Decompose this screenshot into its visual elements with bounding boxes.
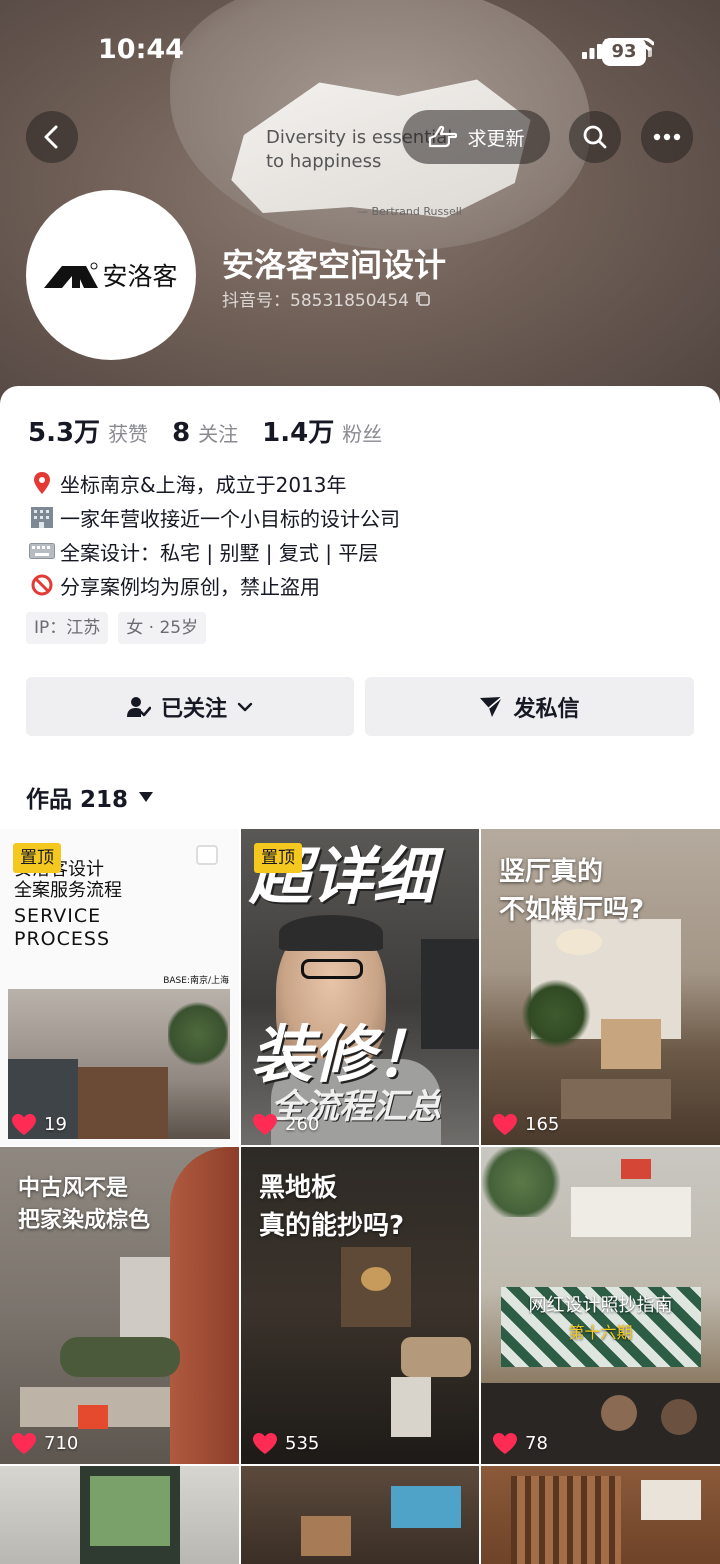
bio-line: 一家年营收接近一个小目标的设计公司 xyxy=(28,500,400,534)
like-count-text: 260 xyxy=(285,1114,320,1135)
profile-tags: IP：江苏 女 · 25岁 xyxy=(26,612,207,644)
works-label: 作品 218 xyxy=(26,787,129,813)
back-button[interactable] xyxy=(26,111,78,163)
like-count-text: 535 xyxy=(285,1433,320,1454)
heart-icon xyxy=(253,1433,277,1454)
keyboard-icon xyxy=(28,539,56,563)
prohibited-icon xyxy=(28,573,56,597)
stat-following[interactable]: 8 关注 xyxy=(172,418,238,448)
post-subtitle: 第十六期 xyxy=(568,1323,633,1342)
bio-text: 坐标南京&上海，成立于2013年 xyxy=(60,472,347,497)
request-update-label: 求更新 xyxy=(467,127,525,150)
like-count: 78 xyxy=(493,1433,548,1454)
post-title: 竖厅真的 不如横厅吗? xyxy=(499,857,645,925)
profile-stats: 5.3万 获赞 8 关注 1.4万 粉丝 xyxy=(28,412,382,449)
post-card[interactable]: 中古风不是 把家染成棕色 710 xyxy=(0,1147,239,1464)
heart-icon xyxy=(493,1114,517,1135)
caret-down-icon xyxy=(139,792,154,802)
stat-label: 粉丝 xyxy=(342,422,383,446)
chevron-down-icon xyxy=(237,702,253,711)
search-icon xyxy=(583,125,607,149)
account-id-text: 抖音号：58531850454 xyxy=(222,291,409,311)
followed-label: 已关注 xyxy=(160,696,227,722)
post-base: BASE:南京/上海 xyxy=(163,976,229,986)
search-button[interactable] xyxy=(569,111,621,163)
request-update-button[interactable]: 求更新 xyxy=(402,110,550,164)
bio-text: 全案设计：私宅 | 别墅 | 复式 | 平层 xyxy=(60,540,379,565)
like-count-text: 710 xyxy=(44,1433,79,1454)
post-title: 黑地板 真的能抄吗? xyxy=(259,1173,405,1241)
pin-icon xyxy=(28,471,56,495)
post-card[interactable]: 超详细 装修！ 全流程汇总 置顶 260 xyxy=(241,829,479,1145)
like-count-text: 78 xyxy=(525,1433,548,1454)
stat-label: 获赞 xyxy=(108,422,149,446)
battery-level: 93 xyxy=(611,41,637,62)
like-count-text: 19 xyxy=(44,1114,67,1135)
heart-icon xyxy=(253,1114,277,1135)
stat-value: 8 xyxy=(172,418,191,448)
bio-line: 全案设计：私宅 | 别墅 | 复式 | 平层 xyxy=(28,534,400,568)
building-icon xyxy=(28,505,56,529)
stat-value: 1.4万 xyxy=(262,418,335,448)
like-count: 535 xyxy=(253,1433,319,1454)
post-card[interactable]: 黑地板 真的能抄吗? 535 xyxy=(241,1147,479,1464)
tag-gender-age: 女 · 25岁 xyxy=(118,612,207,644)
tab-works[interactable]: 作品 218 xyxy=(26,780,154,814)
bio-line: 分享案例均为原创，禁止盗用 xyxy=(28,568,400,602)
post-card[interactable] xyxy=(0,1466,239,1564)
post-subtitle: SERVICE PROCESS xyxy=(14,905,111,950)
profile-bio: 坐标南京&上海，成立于2013年 一家年营收接近一个小目标的设计公司 全案设计：… xyxy=(28,466,400,602)
chevron-left-icon xyxy=(44,125,58,149)
user-check-icon xyxy=(126,696,151,717)
stat-value: 5.3万 xyxy=(28,418,101,448)
like-count: 165 xyxy=(493,1114,559,1135)
post-card[interactable]: 安洛客设计 全案服务流程 SERVICE PROCESS BASE:南京/上海 … xyxy=(0,829,239,1145)
account-id[interactable]: 抖音号：58531850454 xyxy=(222,286,431,311)
more-button[interactable] xyxy=(641,111,693,163)
hand-point-icon xyxy=(429,125,458,148)
post-title: 中古风不是 把家染成棕色 xyxy=(18,1176,151,1233)
like-count: 260 xyxy=(253,1114,319,1135)
multi-image-icon xyxy=(196,845,218,865)
tag-ip-location: IP：江苏 xyxy=(26,612,109,644)
pinned-badge: 置顶 xyxy=(254,843,302,873)
like-count: 710 xyxy=(12,1433,78,1454)
brand-logo-icon xyxy=(44,262,99,288)
more-icon xyxy=(653,133,681,141)
bio-text: 一家年营收接近一个小目标的设计公司 xyxy=(60,506,400,531)
send-icon xyxy=(480,695,504,717)
heart-icon xyxy=(12,1433,36,1454)
post-card[interactable]: 网红设计照抄指南 第十六期 78 xyxy=(481,1147,720,1464)
avatar[interactable]: 安洛客 xyxy=(26,190,196,360)
followed-button[interactable]: 已关注 xyxy=(26,677,354,736)
profile-nickname: 安洛客空间设计 xyxy=(222,246,447,284)
bio-text: 分享案例均为原创，禁止盗用 xyxy=(60,574,320,599)
status-time: 10:44 xyxy=(98,34,184,65)
stat-followers[interactable]: 1.4万 粉丝 xyxy=(262,412,382,449)
post-card[interactable] xyxy=(481,1466,720,1564)
send-message-button[interactable]: 发私信 xyxy=(365,677,694,736)
post-title: 网红设计照抄指南 xyxy=(528,1295,673,1316)
send-message-label: 发私信 xyxy=(513,696,580,722)
like-count: 19 xyxy=(12,1114,67,1135)
pinned-badge: 置顶 xyxy=(13,843,61,873)
heart-icon xyxy=(12,1114,36,1135)
post-card[interactable]: 竖厅真的 不如横厅吗? 165 xyxy=(481,829,720,1145)
post-card[interactable] xyxy=(241,1466,479,1564)
heart-icon xyxy=(493,1433,517,1454)
avatar-brand-text: 安洛客 xyxy=(102,262,178,291)
banner-quote-author: — Bertrand Russell xyxy=(357,205,462,218)
stat-label: 关注 xyxy=(198,422,239,446)
copy-icon[interactable] xyxy=(415,291,431,307)
like-count-text: 165 xyxy=(525,1114,560,1135)
bio-line: 坐标南京&上海，成立于2013年 xyxy=(28,466,400,500)
post-title-2: 装修！ xyxy=(251,1018,438,1091)
battery-indicator: 93 xyxy=(602,38,652,66)
stat-likes[interactable]: 5.3万 获赞 xyxy=(28,412,148,449)
